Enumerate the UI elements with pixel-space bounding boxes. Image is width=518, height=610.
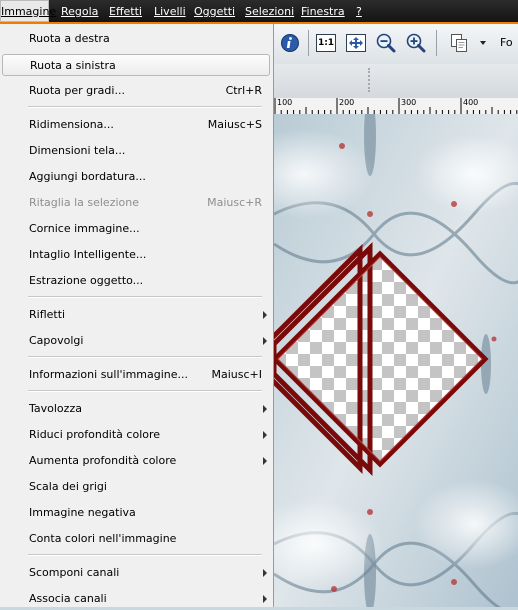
submenu-arrow-icon [263,311,267,319]
toolbar-separator [436,30,437,56]
image-menu-dropdown: Ruota a destra Ruota a sinistra Ruota pe… [0,24,274,607]
menu-item-label: Estrazione oggetto... [29,274,144,287]
menu-separator [28,356,262,358]
actual-size-label: 1:1 [316,34,336,52]
menu-item-aumenta-profondita[interactable]: Aumenta profondità colore [2,450,270,472]
menu-item-label: Ritaglia la selezione [29,196,139,209]
zoom-out-icon[interactable] [375,32,397,54]
menu-regola[interactable]: Regola [61,0,98,22]
menu-item-shortcut: Maiusc+I [211,368,263,381]
info-icon[interactable] [279,32,301,54]
menu-item-ridimensiona[interactable]: Ridimensiona... Maiusc+S [2,114,270,136]
submenu-arrow-icon [263,457,267,465]
actual-size-button[interactable]: 1:1 [315,32,337,54]
fit-window-icon[interactable] [345,32,367,54]
menu-selezioni[interactable]: Selezioni [245,0,294,22]
menu-item-conta-colori[interactable]: Conta colori nell'immagine [2,528,270,550]
submenu-arrow-icon [263,431,267,439]
menu-item-label: Cornice immagine... [29,222,140,235]
menu-separator [28,106,262,108]
toolbar-cut-off-label: Fo [500,36,513,49]
menu-item-label: Dimensioni tela... [29,144,126,157]
menu-item-label: Tavolozza [29,402,82,415]
submenu-arrow-icon [263,595,267,603]
menu-item-aggiungi-bordatura[interactable]: Aggiungi bordatura... [2,166,270,188]
menu-oggetti[interactable]: Oggetti [194,0,235,22]
menu-item-label: Aggiungi bordatura... [29,170,146,183]
menu-item-tavolozza[interactable]: Tavolozza [2,398,270,420]
ruler-label-300: 300 [401,98,417,107]
menu-item-capovolgi[interactable]: Capovolgi [2,330,270,352]
menu-item-ritaglia-selezione: Ritaglia la selezione Maiusc+R [2,192,270,214]
menu-item-label: Riduci profondità colore [29,428,161,441]
menu-item-rifletti[interactable]: Rifletti [2,304,270,326]
menu-item-shortcut: Maiusc+R [207,196,262,209]
menu-item-label: Ruota a sinistra [30,59,116,72]
menu-item-label: Immagine negativa [29,506,136,519]
menu-finestra[interactable]: Finestra [301,0,345,22]
menu-item-ruota-a-destra[interactable]: Ruota a destra [2,28,270,50]
menu-item-dimensioni-tela[interactable]: Dimensioni tela... [2,140,270,162]
menu-item-label: Ridimensiona... [29,118,114,131]
horizontal-ruler: 100 200 300 400 [274,98,518,115]
submenu-arrow-icon [263,337,267,345]
menu-livelli[interactable]: Livelli [154,0,186,22]
menu-immagine[interactable]: Immagine [0,0,56,22]
menu-item-ruota-a-sinistra[interactable]: Ruota a sinistra [2,54,270,76]
menu-bar: Immagine Regola Effetti Livelli Oggetti … [0,0,518,24]
menu-item-label: Intaglio Intelligente... [29,248,147,261]
menu-item-cornice-immagine[interactable]: Cornice immagine... [2,218,270,240]
toolbar-strip [274,64,518,98]
menu-item-riduci-profondita[interactable]: Riduci profondità colore [2,424,270,446]
menu-item-scomponi-canali[interactable]: Scomponi canali [2,562,270,584]
copy-icon[interactable] [448,32,470,54]
ruler-label-100: 100 [277,98,293,107]
ruler-label-200: 200 [339,98,355,107]
toolbar-separator [308,30,309,56]
submenu-arrow-icon [263,405,267,413]
menu-item-label: Ruota a destra [29,32,110,45]
menu-separator [28,296,262,298]
menu-item-label: Scala dei grigi [29,480,107,493]
menu-help[interactable]: ? [356,0,362,22]
menu-separator [28,390,262,392]
menu-item-ruota-per-gradi[interactable]: Ruota per gradi... Ctrl+R [2,80,270,102]
drag-handle[interactable] [368,68,372,92]
menu-item-label: Scomponi canali [29,566,120,579]
chevron-down-icon[interactable] [480,41,486,45]
menu-item-intaglio-intelligente[interactable]: Intaglio Intelligente... [2,244,270,266]
image-canvas[interactable] [274,114,518,607]
menu-effetti[interactable]: Effetti [109,0,142,22]
ruler-label-400: 400 [463,98,479,107]
menu-item-immagine-negativa[interactable]: Immagine negativa [2,502,270,524]
menu-item-label: Ruota per gradi... [29,84,125,97]
zoom-in-icon[interactable] [405,32,427,54]
canvas-artwork [274,114,518,607]
menu-item-label: Rifletti [29,308,66,321]
menu-item-shortcut: Ctrl+R [225,84,262,97]
menu-item-label: Capovolgi [29,334,84,347]
submenu-arrow-icon [263,569,267,577]
menu-item-informazioni-immagine[interactable]: Informazioni sull'immagine... Maiusc+I [2,364,270,386]
menu-item-shortcut: Maiusc+S [207,118,262,131]
ruler-ticks [274,98,518,114]
menu-item-estrazione-oggetto[interactable]: Estrazione oggetto... [2,270,270,292]
menu-item-scala-grigi[interactable]: Scala dei grigi [2,476,270,498]
toolbar: 1:1 Fo [274,24,518,65]
menu-item-label: Informazioni sull'immagine... [29,368,189,381]
menu-item-label: Aumenta profondità colore [29,454,177,467]
menu-item-label: Conta colori nell'immagine [29,532,177,545]
menu-separator [28,554,262,556]
